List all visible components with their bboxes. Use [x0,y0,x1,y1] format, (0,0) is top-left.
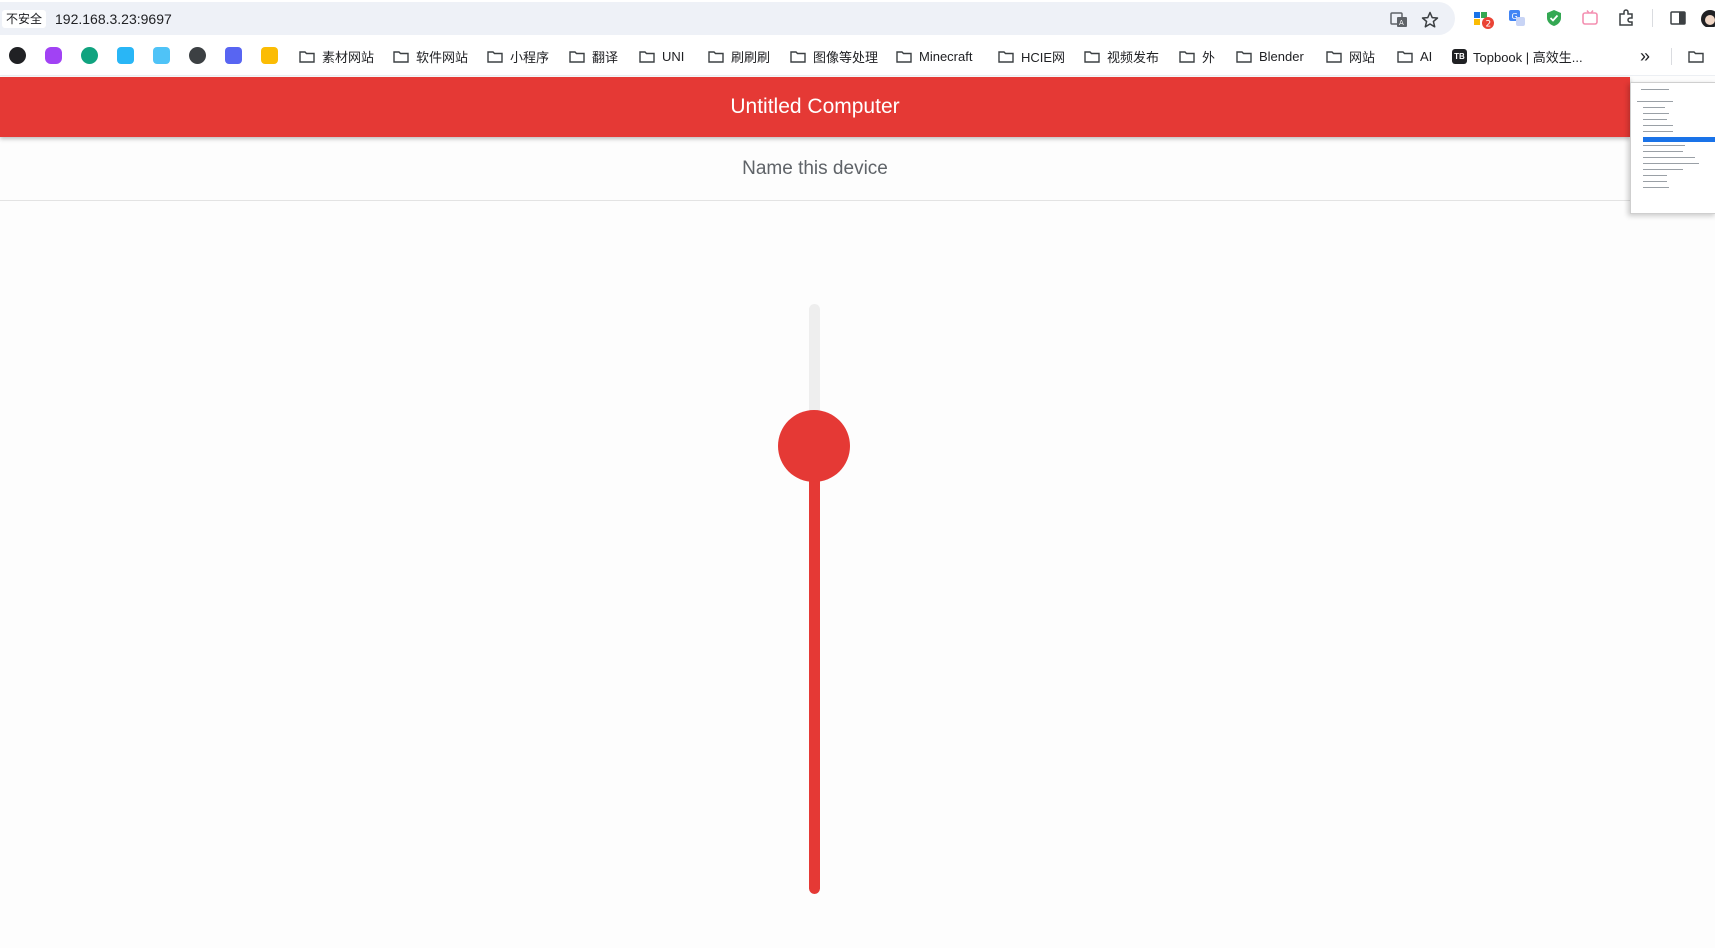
svg-text:A: A [1399,19,1404,27]
bookmark-folder[interactable]: 软件网站 [393,47,468,65]
bookmarks-overflow-button[interactable]: » [1640,46,1650,66]
folder-icon [1326,50,1342,63]
bookmarks-bar: 素材网站 软件网站 小程序 翻译 UNI 刷刷刷 图像等处理 Minecraft… [0,37,1715,76]
not-secure-chip[interactable]: 不安全 [2,10,47,28]
discord-bookmark-icon[interactable] [225,47,242,64]
bookmark-folder[interactable]: 外 [1179,47,1215,65]
folder-icon [1688,50,1704,63]
bookmark-folder[interactable]: 小程序 [487,47,549,65]
bookmark-folder[interactable]: Minecraft [896,47,972,65]
preview-line [1643,131,1673,132]
preview-line [1637,101,1673,102]
preview-line [1643,113,1669,114]
preview-line [1643,125,1673,126]
preview-line [1643,163,1699,164]
bookmark-folder[interactable]: 视频发布 [1084,47,1159,65]
bookmark-folder[interactable]: AI [1397,47,1432,65]
url-text[interactable]: 192.168.3.23:9697 [55,10,172,28]
penguin-bookmark-icon[interactable] [9,47,26,64]
header-divider [0,200,1630,201]
bookmark-folder[interactable]: 图像等处理 [790,47,878,65]
slider-fill [809,446,820,894]
topbook-icon: TB [1452,48,1467,64]
idea-bookmark-icon[interactable] [261,47,278,64]
preview-line [1643,145,1685,146]
svg-text:2: 2 [1486,20,1492,30]
floating-window-preview[interactable] [1630,82,1715,214]
robot-bookmark-icon[interactable] [45,47,62,64]
folder-icon [393,50,409,63]
tv-extension-icon[interactable] [1581,9,1599,27]
preview-line [1643,175,1667,176]
folder-icon [790,50,806,63]
preview-line [1643,151,1683,152]
toolbar-divider [1652,9,1653,27]
folder-icon [998,50,1014,63]
app-header: Untitled Computer [0,77,1630,137]
openai-bookmark-icon[interactable] [81,47,98,64]
side-panel-icon[interactable] [1669,9,1687,27]
app-bookmark-icon[interactable] [153,47,170,64]
bookmark-folder[interactable]: 刷刷刷 [708,47,770,65]
folder-icon [487,50,503,63]
preview-selected-row [1643,137,1715,142]
bookmarks-divider [1671,48,1672,65]
bookmark-folder[interactable]: Blender [1236,47,1304,65]
preview-line [1643,169,1683,170]
bookmark-folder[interactable]: 网站 [1326,47,1375,65]
folder-icon [1236,50,1252,63]
bookmark-topbook[interactable]: TB Topbook | 高效生... [1452,47,1583,65]
slider-thumb[interactable] [778,410,850,482]
folder-icon [1397,50,1413,63]
globe-bookmark-icon[interactable] [189,47,206,64]
folder-icon [708,50,724,63]
app-bookmark-icon[interactable] [117,47,134,64]
folder-icon [569,50,585,63]
bookmark-folder[interactable]: HCIE网 [998,47,1065,65]
folder-icon [1084,50,1100,63]
folder-icon [299,50,315,63]
shield-icon[interactable] [1545,9,1563,27]
device-name-field[interactable]: Name this device [0,158,1630,180]
bookmark-star-icon[interactable] [1421,11,1439,29]
folder-icon [896,50,912,63]
bookmark-folder[interactable]: 翻译 [569,47,618,65]
preview-line [1643,187,1669,188]
address-bar[interactable]: 不安全 192.168.3.23:9697 A [0,2,1455,35]
bookmark-folder[interactable]: UNI [639,47,684,65]
page-title: Untitled Computer [730,95,900,118]
preview-line [1643,181,1667,182]
preview-line [1643,107,1665,108]
preview-line [1643,119,1667,120]
preview-line [1641,89,1669,90]
profile-avatar-icon[interactable] [1700,9,1715,27]
folder-icon [1179,50,1195,63]
bookmark-folder[interactable]: 素材网站 [299,47,374,65]
other-bookmarks-folder[interactable] [1688,47,1715,65]
slider-track[interactable] [809,304,820,894]
translate-icon[interactable]: A [1390,11,1408,29]
browser-toolbar: 不安全 192.168.3.23:9697 A 2 G [0,0,1715,37]
folder-icon [639,50,655,63]
preview-line [1643,157,1695,158]
extension-badge-icon[interactable]: 2 [1473,9,1494,30]
google-translate-extension-icon[interactable]: G [1508,9,1526,27]
extensions-puzzle-icon[interactable] [1617,9,1635,27]
